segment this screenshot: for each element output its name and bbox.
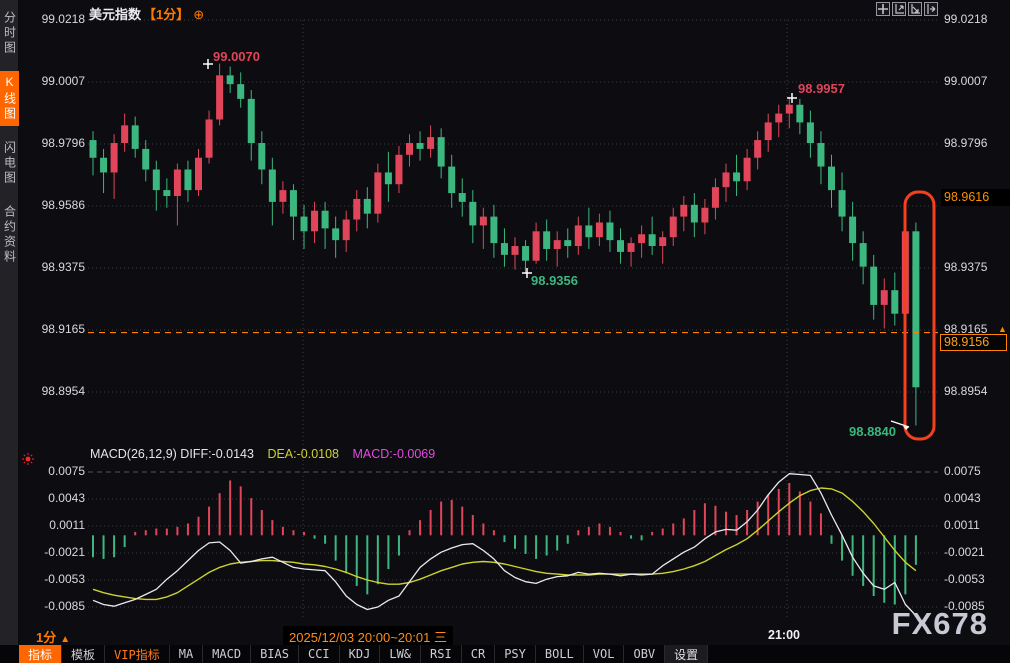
toolbar-item-设置[interactable]: 设置 [665, 645, 708, 663]
macd-layer [93, 474, 916, 616]
sidebar-tab-分时图[interactable]: 分时图 [0, 7, 19, 60]
toolbar-item-LW&[interactable]: LW& [380, 645, 421, 663]
price-annotation: 98.9957 [798, 81, 845, 96]
y-axis-scale-button[interactable] [892, 2, 906, 16]
candles-layer [90, 64, 920, 426]
macd-axis-label-right: 0.0043 [944, 491, 981, 505]
symbol-name: 美元指数 [89, 7, 141, 22]
time-axis-hour-label: 21:00 [768, 628, 800, 642]
price-axis-label-right: 99.0218 [944, 12, 987, 26]
trading-app-window: 99.0070 98.9957 98.9356 98.8840 分时图 K线图闪电图合约… [0, 0, 1010, 663]
period-dropdown-arrow-icon: ▲ [60, 634, 70, 645]
session-open-price-tag: 98.9616 [941, 189, 1010, 206]
price-axis-label-right: 98.8954 [944, 384, 987, 398]
price-annotation: 98.9356 [531, 273, 578, 288]
price-axis-label-right: 98.9796 [944, 136, 987, 150]
price-annotation: 98.8840 [849, 424, 896, 439]
crosshair-icon [878, 4, 888, 14]
macd-legend: MACD(26,12,9) DIFF:-0.0143 DEA:-0.0108 M… [90, 447, 435, 461]
current-price-tag: 98.9156 [940, 334, 1007, 351]
axis-scale-right-icon [910, 4, 920, 14]
toolbar-item-MACD[interactable]: MACD [203, 645, 251, 663]
toolbar-item-VIP指标[interactable]: VIP指标 [105, 645, 170, 663]
main-chart-canvas[interactable]: 99.0070 98.9957 98.9356 98.8840 [0, 0, 1010, 663]
macd-axis-label-right: 0.0075 [944, 464, 981, 478]
toolbar-item-BIAS[interactable]: BIAS [251, 645, 299, 663]
price-axis-label-right: 99.0007 [944, 74, 987, 88]
circled-plus-icon[interactable]: ⊕ [193, 7, 204, 22]
sidebar-tab-合约资料[interactable]: 合约资料 [0, 201, 19, 269]
toolbar-item-模板[interactable]: 模板 [62, 645, 105, 663]
macd-params-diff-value: MACD(26,12,9) DIFF:-0.0143 [90, 447, 254, 461]
price-annotation: 99.0070 [213, 49, 260, 64]
axis-scale-up-icon [894, 4, 904, 14]
toolbar-item-BOLL[interactable]: BOLL [536, 645, 584, 663]
toolbar-item-MA[interactable]: MA [170, 645, 203, 663]
chart-type-sidebar: 分时图 K线图闪电图合约资料 [0, 0, 19, 645]
toolbar-item-VOL[interactable]: VOL [584, 645, 625, 663]
live-indicator-icon[interactable] [21, 452, 35, 471]
period-selector[interactable]: 1分 ▲ [36, 627, 70, 646]
period-text: 1分 [36, 630, 56, 645]
macd-axis-label-right: -0.0053 [944, 572, 985, 586]
dea-value: DEA:-0.0108 [267, 447, 339, 461]
toolbar-item-PSY[interactable]: PSY [495, 645, 536, 663]
annotations-layer: 99.0070 98.9957 98.9356 98.8840 [88, 49, 938, 439]
chart-tool-buttons [876, 2, 938, 16]
toolbar-item-KDJ[interactable]: KDJ [340, 645, 381, 663]
sidebar-tab-闪电图[interactable]: 闪电图 [0, 137, 19, 190]
price-up-arrow-icon: ▲ [998, 324, 1007, 334]
toolbar-item-RSI[interactable]: RSI [421, 645, 462, 663]
macd-axis-label-right: 0.0011 [944, 518, 980, 532]
toolbar-item-OBV[interactable]: OBV [624, 645, 665, 663]
x-axis-scale-button[interactable] [908, 2, 922, 16]
price-axis-label-right: 98.9375 [944, 260, 987, 274]
interval-label: 【1分】 [143, 7, 189, 22]
pan-tool-button[interactable] [876, 2, 890, 16]
session-time-range: 2025/12/03 20:00~20:01 三 [283, 626, 453, 647]
bar-shift-right-icon [926, 4, 936, 14]
chart-title: 美元指数【1分】 ⊕ [89, 4, 204, 23]
macd-value: MACD:-0.0069 [353, 447, 436, 461]
toolbar-item-指标[interactable]: 指标 [19, 645, 62, 663]
shift-chart-button[interactable] [924, 2, 938, 16]
crash-highlight-box [905, 192, 934, 439]
macd-axis-label-right: -0.0021 [944, 545, 985, 559]
fx678-watermark: FX678 [892, 606, 988, 642]
toolbar-item-CCI[interactable]: CCI [299, 645, 340, 663]
toolbar-item-CR[interactable]: CR [462, 645, 495, 663]
indicator-toolbar: 指标模板VIP指标MAMACDBIASCCIKDJLW&RSICRPSYBOLL… [0, 645, 1010, 663]
sidebar-tab-K线图[interactable]: K线图 [0, 71, 19, 126]
